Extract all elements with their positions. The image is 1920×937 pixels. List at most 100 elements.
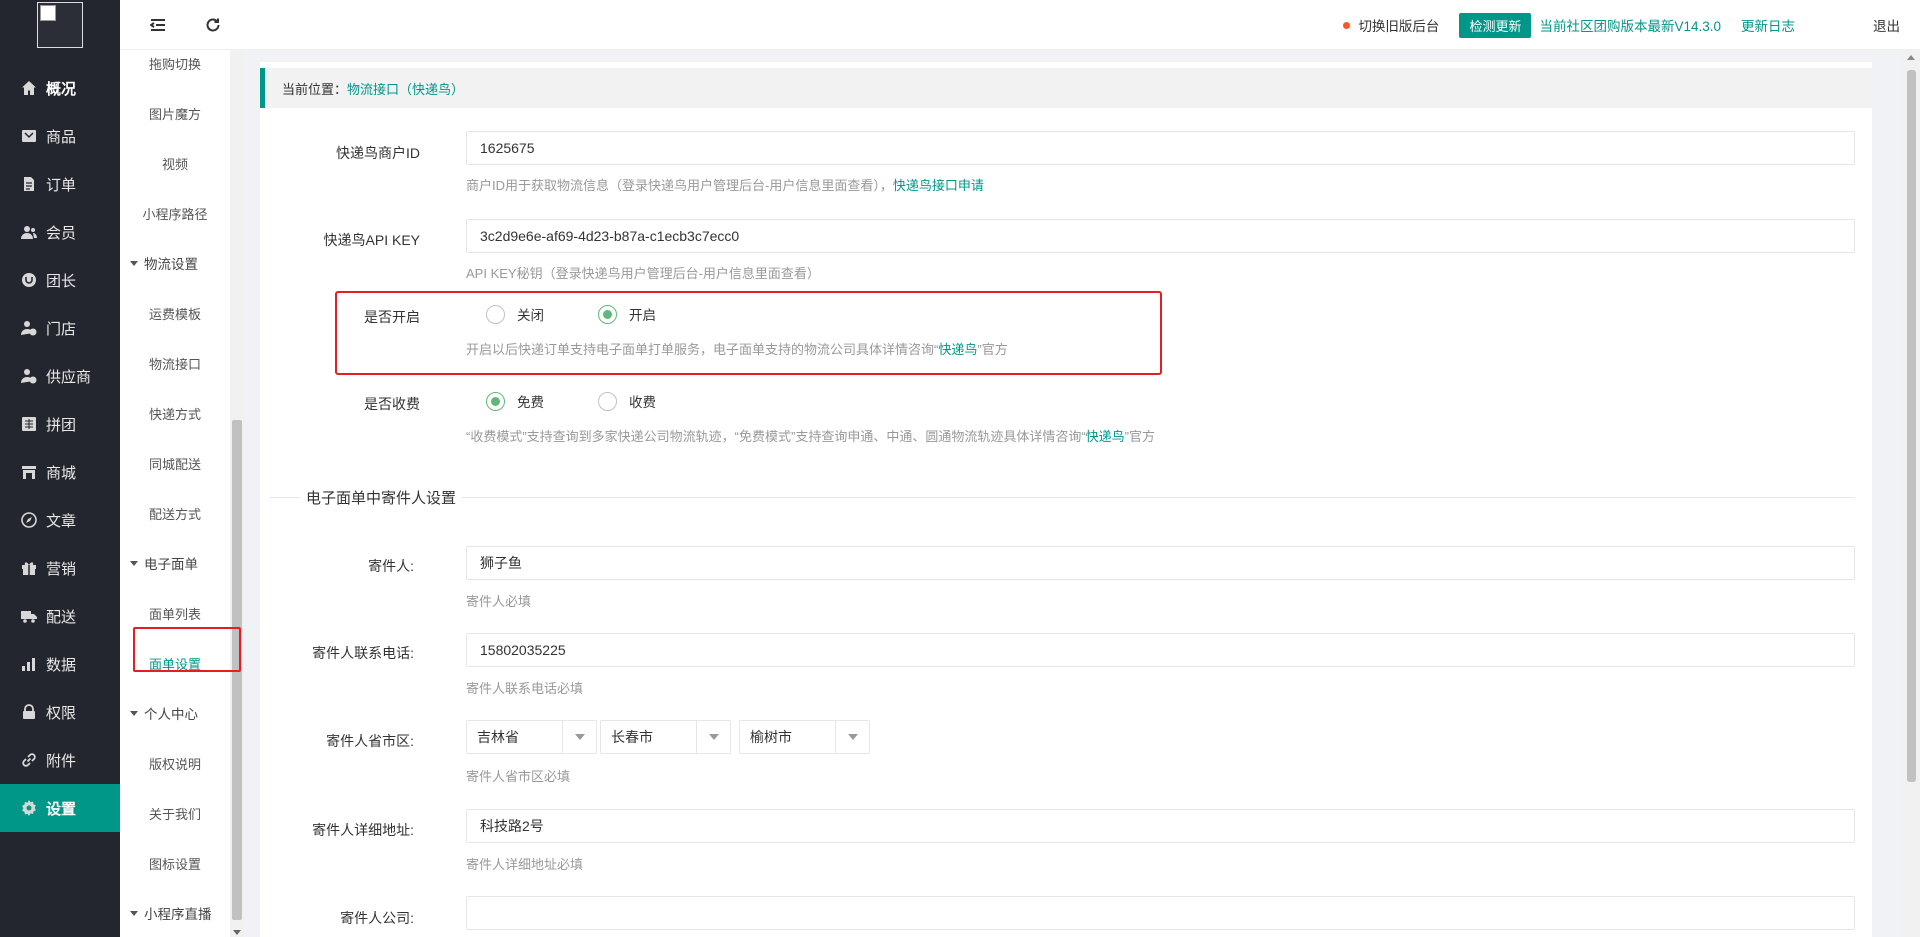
submenu-scrollbar[interactable]: [230, 50, 244, 937]
menu-collapse-icon[interactable]: [148, 15, 168, 35]
submenu-item[interactable]: 关于我们: [120, 788, 230, 838]
main-scrollbar[interactable]: [1903, 50, 1920, 937]
submenu-item[interactable]: 拖购切换: [120, 50, 230, 88]
submenu-label: 面单设置: [148, 656, 201, 672]
main-scrollbar-thumb[interactable]: [1907, 70, 1916, 782]
sender-company-input[interactable]: [466, 896, 1855, 930]
submenu-item[interactable]: 版权说明: [120, 738, 230, 788]
submenu-group[interactable]: 电子面单: [120, 538, 230, 588]
sidebar-item-order[interactable]: 订单: [0, 160, 120, 208]
submenu-item[interactable]: 同城配送: [120, 438, 230, 488]
breadcrumb-current[interactable]: 物流接口（快递鸟）: [347, 79, 464, 98]
submenu-item[interactable]: 小程序路径: [120, 188, 230, 238]
merchant-id-input[interactable]: 1625675: [466, 131, 1855, 165]
sidebar-item-leader[interactable]: 团长: [0, 256, 120, 304]
sender-phone-input[interactable]: 15802035225: [466, 633, 1855, 667]
home-icon: [20, 79, 38, 97]
settings-submenu: 拖购切换 图片魔方 视频小程序路径物流设置 运费模板 物流接口快递方式同城配送 配送方式电…: [120, 50, 244, 937]
enabled-hint: 开启以后快递订单支持电子面单打单服务，电子面单支持的物流公司具体详情咨询“快递鸟…: [466, 339, 1008, 358]
submenu-scrollbar-thumb[interactable]: [232, 420, 242, 920]
enabled-hint-suffix: ”官方: [977, 342, 1008, 357]
charge-paid-radio[interactable]: 收费: [598, 391, 656, 411]
group-buy-icon: [20, 415, 38, 433]
sender-name-label: 寄件人:: [368, 558, 414, 574]
submenu-item[interactable]: 图片魔方: [120, 88, 230, 138]
sidebar-item-truck[interactable]: 配送: [0, 592, 120, 640]
submenu-group[interactable]: 个人中心: [120, 688, 230, 738]
sender-address-input[interactable]: 科技路2号: [466, 809, 1855, 843]
enabled-on-label: 开启: [629, 308, 656, 323]
sidebar-item-mall[interactable]: 商城: [0, 448, 120, 496]
caret-down-icon: [130, 710, 138, 716]
sidebar-item-member[interactable]: 会员: [0, 208, 120, 256]
sidebar-item-group-buy[interactable]: 拼团: [0, 400, 120, 448]
submenu-item[interactable]: 图标设置: [120, 838, 230, 888]
logo-image: [37, 2, 83, 48]
sender-name-input[interactable]: 狮子鱼: [466, 546, 1855, 580]
api-key-input[interactable]: 3c2d9e6e-af69-4d23-b87a-c1ecb3c7ecc0: [466, 219, 1855, 253]
submenu-item[interactable]: 运费模板: [120, 288, 230, 338]
sidebar-item-store[interactable]: 门店: [0, 304, 120, 352]
submenu-item[interactable]: 面单设置: [120, 638, 230, 688]
merchant-id-label: 快递鸟商户ID: [336, 145, 420, 161]
mall-icon: [20, 463, 38, 481]
province-select[interactable]: 吉林省: [466, 720, 597, 754]
switch-old-backend-link[interactable]: 切换旧版后台: [1343, 15, 1439, 35]
submenu-label: 小程序直播: [144, 907, 212, 922]
sidebar-item-label: 商品: [46, 128, 77, 146]
submenu-item[interactable]: 面单列表: [120, 588, 230, 638]
submenu-label: 版权说明: [148, 756, 201, 772]
charge-hint: “收费模式”支持查询到多家快递公司物流轨迹，“免费模式”支持查询申通、中通、圆通…: [466, 426, 1155, 445]
submenu-item[interactable]: 视频: [120, 138, 230, 188]
sidebar-item-gift[interactable]: 营销: [0, 544, 120, 592]
district-select[interactable]: 榆树市: [739, 720, 870, 754]
kdniao-apply-link[interactable]: 快递鸟接口申请: [893, 178, 984, 193]
submenu-label: 快递方式: [148, 406, 201, 422]
sidebar-item-label: 配送: [46, 608, 77, 626]
submenu-item[interactable]: 物流接口: [120, 338, 230, 388]
sidebar-item-link[interactable]: 附件: [0, 736, 120, 784]
submenu-label: 图标设置: [148, 856, 201, 872]
city-select[interactable]: 长春市: [600, 720, 731, 754]
sidebar-item-label: 数据: [46, 656, 77, 674]
enabled-off-radio[interactable]: 关闭: [486, 304, 544, 324]
sidebar-item-chart[interactable]: 数据: [0, 640, 120, 688]
sidebar-item-supplier[interactable]: 供应商: [0, 352, 120, 400]
enabled-hint-text: 开启以后快递订单支持电子面单打单服务，电子面单支持的物流公司具体详情咨询“: [466, 342, 939, 357]
chevron-down-icon: [562, 721, 596, 753]
sidebar-item-label: 拼团: [46, 416, 77, 434]
charge-free-radio[interactable]: 免费: [486, 391, 544, 411]
enabled-highlight-box: [335, 291, 1162, 375]
sidebar-item-goods[interactable]: 商品: [0, 112, 120, 160]
scroll-up-arrow-icon[interactable]: [1907, 55, 1915, 60]
supplier-icon: [20, 367, 38, 385]
submenu-group[interactable]: 小程序直播: [120, 888, 230, 937]
scroll-down-arrow-icon[interactable]: [233, 930, 241, 935]
check-update-button[interactable]: 检测更新: [1459, 12, 1532, 38]
sidebar-item-label: 概况: [46, 80, 77, 98]
goods-icon: [20, 127, 38, 145]
submenu-item[interactable]: 快递方式: [120, 388, 230, 438]
logout-link[interactable]: 退出: [1873, 15, 1900, 35]
submenu-label: 电子面单: [144, 557, 198, 572]
refresh-icon[interactable]: [203, 15, 223, 35]
submenu-group[interactable]: 物流设置: [120, 238, 230, 288]
sidebar-item-lock[interactable]: 权限: [0, 688, 120, 736]
main-content: 当前位置： 物流接口（快递鸟） 快递鸟商户ID 1625675 商户ID用于获取…: [260, 62, 1872, 937]
chart-icon: [20, 655, 38, 673]
member-icon: [20, 223, 38, 241]
sidebar-item-compass[interactable]: 文章: [0, 496, 120, 544]
caret-down-icon: [130, 910, 138, 916]
section-divider: [270, 497, 1855, 498]
submenu-label: 小程序路径: [142, 206, 208, 222]
sidebar-item-home[interactable]: 概况: [0, 64, 120, 112]
charge-hint-text: “收费模式”支持查询到多家快递公司物流轨迹，“免费模式”支持查询申通、中通、圆通…: [466, 429, 1086, 444]
sidebar-item-gear[interactable]: 设置: [0, 784, 120, 832]
charge-kdniao-link[interactable]: 快递鸟: [1086, 429, 1125, 444]
sidebar-item-label: 会员: [46, 224, 77, 242]
enabled-on-radio[interactable]: 开启: [598, 304, 656, 324]
breadcrumb: 当前位置： 物流接口（快递鸟）: [260, 68, 1872, 108]
changelog-link[interactable]: 更新日志: [1741, 15, 1795, 35]
submenu-item[interactable]: 配送方式: [120, 488, 230, 538]
enabled-kdniao-link[interactable]: 快递鸟: [938, 342, 977, 357]
